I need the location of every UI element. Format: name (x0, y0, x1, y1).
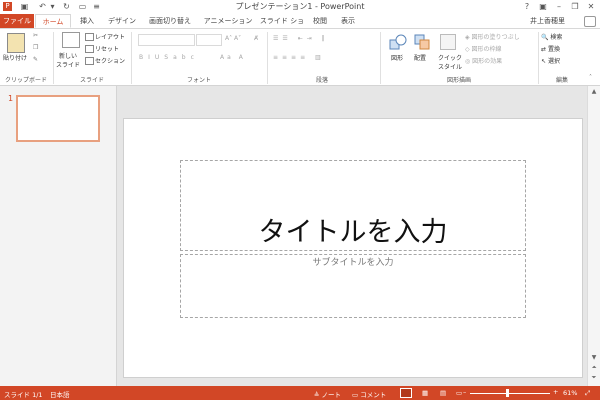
slide-thumbnail-pane: 1 (0, 86, 117, 386)
layout-button[interactable]: レイアウト (95, 32, 125, 41)
replace-button[interactable]: ⇄ 置換 (541, 44, 560, 53)
editing-group-label: 編集 (555, 77, 568, 84)
avatar[interactable] (584, 16, 596, 27)
shape-fill-label: 図形の塗りつぶし (471, 34, 520, 41)
ribbon-display-options-icon[interactable]: ▣ (536, 1, 550, 12)
comments-label: コメント (360, 391, 387, 399)
comments-button[interactable]: ▭ コメント (352, 389, 386, 399)
notes-button[interactable]: ≜ ノート (314, 389, 341, 399)
shape-effects-label: 図形の効果 (472, 58, 503, 65)
fit-to-window-icon[interactable]: ⤢ (585, 389, 590, 398)
tab-file[interactable]: ファイル (0, 14, 34, 28)
slide-thumbnail[interactable] (16, 95, 100, 142)
section-button[interactable]: セクション (95, 56, 125, 65)
clear-format-icon[interactable]: Ⱥ (254, 35, 258, 42)
title-bar: P ▣ ↶ ▾ ↻ ▭ ≡ プレゼンテーション1 - PowerPoint ? … (0, 0, 600, 14)
new-slide-label-1[interactable]: 新しい (59, 51, 77, 60)
tab-view[interactable]: 表示 (336, 14, 360, 28)
subtitle-placeholder-text[interactable]: サブタイトルを入力 (180, 255, 526, 268)
shape-outline-label: 図形の枠線 (471, 46, 502, 53)
tab-transitions[interactable]: 画面切り替え (146, 14, 194, 28)
quick-styles-label-2[interactable]: スタイル (438, 62, 462, 71)
format-painter-icon[interactable]: ✎ (33, 56, 38, 63)
close-button[interactable]: ✕ (584, 1, 598, 12)
list-icons[interactable]: ☰☰ ⇤⇥ ‖ (273, 35, 329, 42)
ribbon-tabs: ファイル ホーム 挿入 デザイン 画面切り替え アニメーション スライド ショー… (0, 14, 600, 39)
shapes-button[interactable]: 図形 (391, 53, 403, 62)
reset-icon[interactable] (85, 45, 94, 53)
font-size-select[interactable] (196, 34, 222, 46)
slides-group-label: スライド (79, 77, 104, 84)
shape-effects-button[interactable]: ◎ 図形の効果 (465, 56, 502, 65)
quick-styles-label-1[interactable]: クイック (438, 53, 462, 62)
zoom-slider-thumb[interactable] (506, 389, 509, 397)
minimize-button[interactable]: – (552, 1, 566, 12)
scroll-up-icon[interactable]: ▲ (590, 88, 598, 96)
layout-icon[interactable] (85, 33, 94, 41)
arrange-button[interactable]: 配置 (414, 53, 426, 62)
zoom-in-icon[interactable]: + (553, 388, 558, 396)
window-title: プレゼンテーション1 - PowerPoint (235, 2, 365, 11)
language-indicator[interactable]: 日本語 (50, 389, 70, 399)
tab-slideshow[interactable]: スライド ショー (258, 14, 306, 39)
slide-sorter-icon[interactable]: ▦ (422, 389, 428, 397)
ribbon: 貼り付け ✂ ❐ ✎ クリップボード 新しい スライド レイアウト リセット セ… (0, 29, 600, 86)
collapse-ribbon-icon[interactable]: ˄ (589, 74, 592, 81)
reset-button[interactable]: リセット (95, 44, 119, 53)
arrange-icon[interactable] (414, 34, 430, 50)
section-icon[interactable] (85, 57, 94, 65)
zoom-level[interactable]: 61% (563, 389, 577, 397)
thumbnail-number: 1 (8, 94, 14, 103)
vertical-scrollbar[interactable] (587, 86, 600, 386)
copy-icon[interactable]: ❐ (33, 44, 38, 51)
font-style-icons[interactable]: BIUSabc (139, 54, 199, 61)
paragraph-group-label: 段落 (315, 77, 328, 84)
reading-view-icon[interactable]: ▤ (440, 389, 446, 397)
tab-home[interactable]: ホーム (35, 14, 71, 28)
font-name-select[interactable] (138, 34, 195, 46)
next-slide-icon[interactable]: ⏷ (590, 374, 598, 382)
title-placeholder-text[interactable]: タイトルを入力 (180, 210, 526, 249)
tab-animations[interactable]: アニメーション (200, 14, 256, 28)
previous-slide-icon[interactable]: ⏶ (590, 364, 598, 372)
paste-button[interactable]: 貼り付け (3, 53, 27, 62)
slide-info: スライド 1/1 (4, 391, 43, 399)
select-label: 選択 (547, 58, 560, 65)
zoom-out-icon[interactable]: – (463, 388, 466, 396)
new-slide-label-2[interactable]: スライド (56, 60, 80, 69)
align-icons[interactable]: ≡≡≡≡ ▥ (273, 54, 325, 61)
new-slide-icon[interactable] (62, 32, 80, 48)
help-button[interactable]: ? (520, 1, 534, 12)
user-name[interactable]: 井上香穂里 (530, 16, 565, 26)
paste-icon[interactable] (7, 33, 25, 53)
scroll-down-icon[interactable]: ▼ (590, 354, 598, 362)
cut-icon[interactable]: ✂ (33, 32, 38, 39)
drawing-group-label: 図形描画 (446, 77, 471, 84)
replace-label: 置換 (547, 46, 560, 53)
zoom-slider[interactable] (470, 393, 550, 394)
clipboard-group-label: クリップボード (4, 77, 47, 84)
font-group-label: フォント (186, 77, 211, 84)
tab-review[interactable]: 校閲 (308, 14, 332, 28)
find-label: 検索 (550, 34, 563, 41)
notes-label: ノート (321, 391, 342, 399)
font-grow-icon[interactable]: A˄ A˅ (225, 35, 241, 42)
shape-outline-button[interactable]: ◇ 図形の枠線 (465, 44, 502, 53)
tab-design[interactable]: デザイン (104, 14, 140, 28)
shapes-icon[interactable] (389, 34, 407, 50)
tab-insert[interactable]: 挿入 (74, 14, 100, 28)
slideshow-view-icon[interactable]: ▭ (456, 389, 462, 397)
normal-view-icon[interactable] (400, 388, 412, 398)
find-button[interactable]: 🔍 検索 (541, 32, 562, 41)
font-color-icons[interactable]: Aa A (220, 54, 246, 61)
shape-fill-button[interactable]: ◈ 図形の塗りつぶし (465, 32, 520, 41)
restore-button[interactable]: ❐ (568, 1, 582, 12)
select-button[interactable]: ↖ 選択 (541, 56, 560, 65)
quick-styles-icon[interactable] (440, 34, 456, 50)
